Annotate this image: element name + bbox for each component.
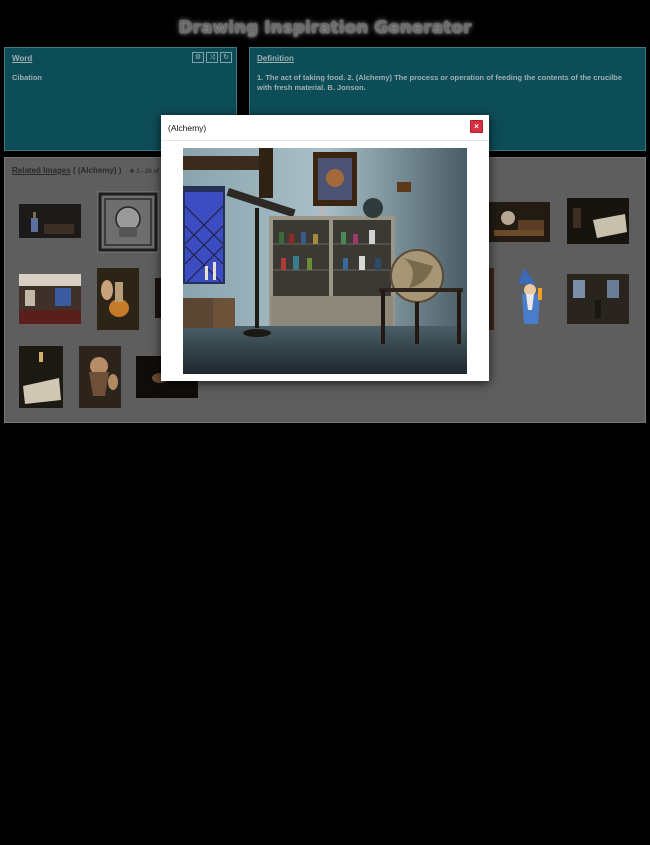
app-title: Drawing Inspiration Generator [178, 18, 472, 38]
image-count-label: 1 - 20 of [136, 169, 160, 175]
image-modal: (Alchemy) × [161, 115, 489, 381]
thumbnail-skull-desk[interactable] [488, 202, 550, 242]
shuffle-icon[interactable]: ⤨ [206, 52, 218, 63]
close-icon[interactable]: × [470, 120, 483, 133]
thumbnail-hands-flask[interactable] [97, 268, 139, 330]
related-images-header: Related Images ( (Alchemy) ) ✥ 1 - 20 of [12, 166, 159, 175]
modal-title: (Alchemy) [168, 123, 207, 133]
settings-icon[interactable]: ⚙ [192, 52, 204, 63]
word-toolbar: ⚙ ⤨ ↻ [192, 52, 232, 63]
related-images-query: ( (Alchemy) ) [72, 166, 122, 175]
thumbnail-laboratory[interactable] [19, 274, 81, 324]
refresh-icon[interactable]: ↻ [220, 52, 232, 63]
image-count: ✥ 1 - 20 of [129, 169, 160, 175]
page: Drawing Inspiration Generator Word ⚙ ⤨ ↻… [0, 0, 650, 845]
word-panel-title[interactable]: Word [12, 54, 32, 63]
definition-text: 1. The act of taking food. 2. (Alchemy) … [257, 73, 623, 93]
modal-header: (Alchemy) × [161, 115, 489, 141]
thumbnail-open-book[interactable] [567, 198, 629, 244]
modal-image-alchemy-lab [183, 148, 467, 374]
related-images-title[interactable]: Related Images [12, 166, 71, 175]
thumbnail-alchemy-emblem[interactable] [97, 191, 159, 253]
thumbnail-wizard-cartoon[interactable] [510, 268, 552, 330]
definition-panel-title[interactable]: Definition [257, 54, 294, 63]
thumbnail-candle-book[interactable] [19, 346, 63, 408]
thumbnail-dark-room[interactable] [567, 274, 629, 324]
word-text: Cibation [12, 73, 42, 82]
thumbnail-bearded-man[interactable] [79, 346, 121, 408]
thumbnail-potion-bottle[interactable] [19, 204, 81, 238]
